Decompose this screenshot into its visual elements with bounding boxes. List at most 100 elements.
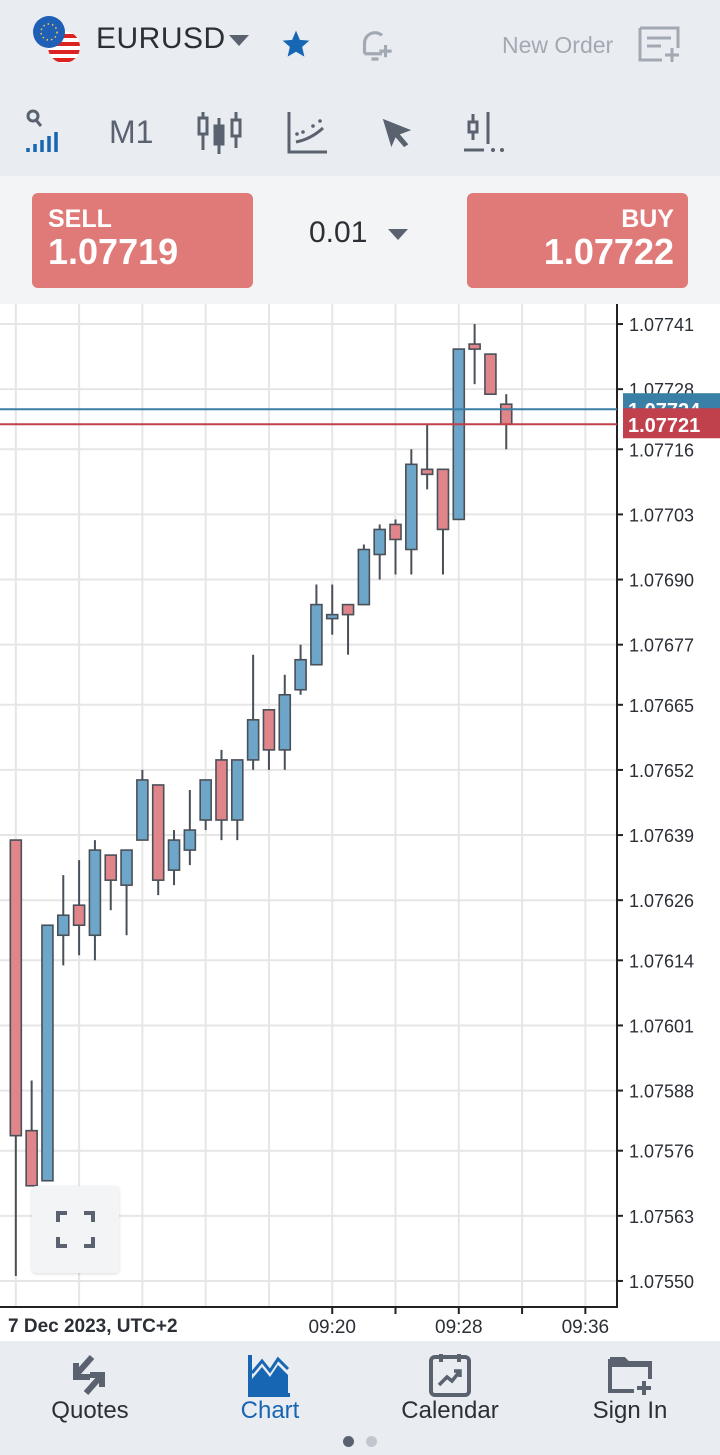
candle bbox=[136, 769, 149, 841]
candle bbox=[278, 674, 292, 770]
candle bbox=[262, 709, 276, 770]
search-indicators-icon[interactable] bbox=[24, 108, 66, 154]
nav-chart[interactable]: Chart bbox=[190, 1341, 350, 1441]
cursor-icon[interactable] bbox=[380, 116, 414, 150]
candle-body bbox=[294, 658, 307, 691]
chart-icon bbox=[248, 1355, 290, 1397]
star-icon[interactable] bbox=[280, 28, 312, 60]
top-toolbar: EURUSD New Order M1 bbox=[0, 0, 720, 176]
sell-label: SELL bbox=[48, 205, 112, 233]
candle-body bbox=[183, 829, 197, 851]
candle-body bbox=[120, 849, 133, 886]
candle bbox=[246, 654, 260, 770]
candle bbox=[183, 789, 197, 866]
sell-price: 1.07719 bbox=[48, 231, 179, 272]
nav-label: Sign In bbox=[592, 1397, 668, 1424]
candle bbox=[167, 830, 181, 886]
y-tick-label: 1.07550 bbox=[629, 1272, 694, 1292]
symbol-selector[interactable]: EURUSD bbox=[96, 22, 226, 56]
page-dot-active[interactable] bbox=[343, 1436, 354, 1447]
chart-date-label: 7 Dec 2023, UTC+2 bbox=[8, 1316, 178, 1337]
candle-body bbox=[56, 914, 70, 937]
y-tick-label: 1.07614 bbox=[629, 951, 694, 971]
candle-body bbox=[262, 709, 276, 751]
y-tick-label: 1.07601 bbox=[629, 1016, 694, 1036]
x-tick-label: 09:28 bbox=[435, 1317, 483, 1338]
bid-price-label: 1.07721 bbox=[628, 415, 700, 437]
candle-body bbox=[72, 904, 86, 927]
sell-button[interactable]: SELL 1.07719 bbox=[32, 193, 253, 288]
candle bbox=[215, 749, 228, 841]
candle-body bbox=[484, 353, 497, 395]
nav-label: Calendar bbox=[401, 1397, 499, 1424]
candle-body bbox=[167, 839, 181, 871]
candle-body bbox=[389, 523, 402, 541]
candle-body bbox=[310, 603, 323, 666]
candle bbox=[72, 860, 86, 956]
y-tick-label: 1.07741 bbox=[629, 315, 694, 335]
x-tick-label: 09:36 bbox=[562, 1317, 610, 1338]
candle-body bbox=[357, 548, 371, 606]
nav-calendar[interactable]: Calendar bbox=[370, 1341, 530, 1441]
candle bbox=[389, 519, 402, 575]
candle bbox=[357, 544, 371, 606]
calendar-icon bbox=[429, 1354, 471, 1397]
indicators-chart-icon[interactable] bbox=[287, 112, 329, 154]
candle bbox=[41, 924, 54, 1182]
eur-usd-flag-icon bbox=[33, 16, 80, 63]
candle-body bbox=[199, 779, 212, 821]
y-tick-label: 1.07677 bbox=[629, 636, 694, 656]
candle bbox=[452, 348, 466, 521]
candlestick-chart-type-icon[interactable] bbox=[196, 110, 244, 154]
buy-price: 1.07722 bbox=[543, 231, 674, 272]
chevron-down-icon[interactable] bbox=[229, 35, 249, 46]
lot-size-selector[interactable]: 0.01 bbox=[309, 216, 367, 250]
candle-body bbox=[136, 779, 149, 841]
candle-body bbox=[151, 784, 165, 881]
candle-body bbox=[499, 403, 513, 426]
candle bbox=[25, 1080, 38, 1187]
candle bbox=[373, 524, 386, 580]
fullscreen-icon bbox=[56, 1211, 95, 1248]
add-alert-bell-icon[interactable] bbox=[354, 24, 396, 66]
candle bbox=[9, 839, 23, 1276]
candle bbox=[405, 449, 418, 575]
candle bbox=[420, 424, 434, 490]
chevron-down-icon[interactable] bbox=[388, 229, 408, 240]
nav-quotes[interactable]: Quotes bbox=[10, 1341, 170, 1441]
trade-panel: SELL 1.07719 0.01 BUY 1.07722 bbox=[0, 176, 720, 304]
candle bbox=[151, 784, 165, 896]
candle-body bbox=[25, 1129, 38, 1187]
candle-body bbox=[246, 719, 260, 761]
nav-sign-in[interactable]: Sign In bbox=[550, 1341, 710, 1441]
y-tick-label: 1.07703 bbox=[629, 505, 694, 525]
quotes-arrows-icon bbox=[73, 1355, 105, 1395]
candle bbox=[294, 644, 307, 695]
fullscreen-button[interactable] bbox=[32, 1186, 119, 1273]
trade-levels-icon[interactable] bbox=[464, 112, 506, 154]
candle-body bbox=[104, 854, 118, 881]
candle bbox=[484, 353, 497, 395]
nav-label: Chart bbox=[240, 1397, 300, 1424]
buy-button[interactable]: BUY 1.07722 bbox=[467, 193, 688, 288]
y-tick-label: 1.07639 bbox=[629, 826, 694, 846]
candle-body bbox=[420, 468, 434, 476]
candle-body bbox=[231, 759, 244, 821]
candle bbox=[88, 840, 102, 961]
candle-body bbox=[405, 463, 418, 551]
candle bbox=[341, 603, 355, 655]
new-order-icon[interactable] bbox=[638, 26, 682, 64]
y-tick-label: 1.07576 bbox=[629, 1142, 694, 1162]
page-dot[interactable] bbox=[366, 1436, 377, 1447]
candle-body bbox=[88, 849, 102, 937]
timeframe-selector[interactable]: M1 bbox=[109, 114, 153, 151]
x-tick-label: 09:20 bbox=[308, 1317, 356, 1338]
bottom-navigation: Quotes Chart Calendar Sign In bbox=[0, 1341, 720, 1455]
y-tick-label: 1.07665 bbox=[629, 696, 694, 716]
y-tick-label: 1.07652 bbox=[629, 761, 694, 781]
new-order-button[interactable]: New Order bbox=[502, 32, 613, 59]
candle bbox=[468, 324, 481, 385]
candle-body bbox=[278, 693, 292, 751]
candle-body bbox=[468, 343, 481, 350]
folder-add-icon bbox=[608, 1357, 652, 1395]
